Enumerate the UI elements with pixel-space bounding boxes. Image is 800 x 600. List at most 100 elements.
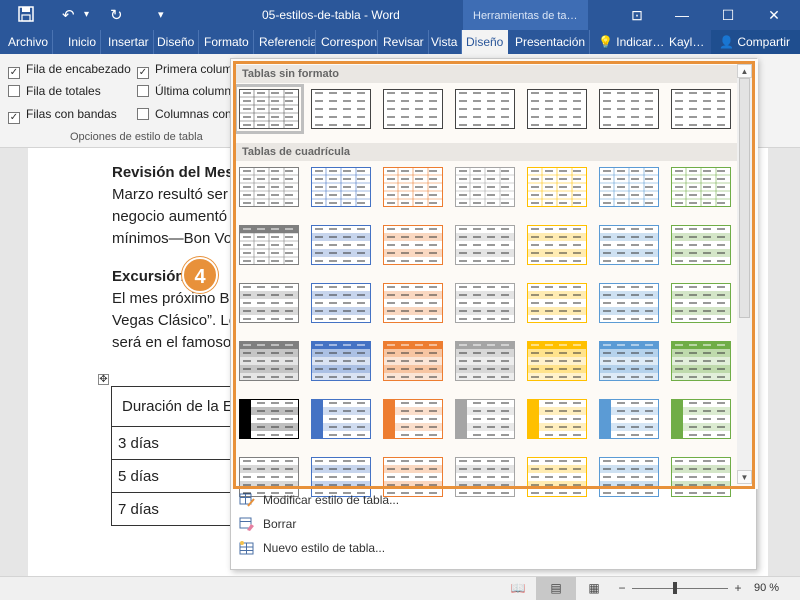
table-style-swatch[interactable] xyxy=(383,341,443,381)
table-style-swatch[interactable] xyxy=(527,341,587,381)
tab-diseno-doc[interactable]: Diseño xyxy=(153,30,200,54)
table-style-swatch[interactable] xyxy=(671,457,731,497)
table-style-swatch[interactable] xyxy=(527,167,587,207)
table-style-swatch[interactable] xyxy=(239,225,299,265)
print-layout-button[interactable]: ▤ xyxy=(536,577,576,600)
scroll-up-icon[interactable]: ▲ xyxy=(737,64,752,78)
table-move-handle-icon[interactable]: ✥ xyxy=(98,374,109,385)
table-style-swatch[interactable] xyxy=(455,225,515,265)
tab-presentacion[interactable]: Presentación xyxy=(511,30,591,54)
table-style-swatch[interactable] xyxy=(455,341,515,381)
minimize-icon[interactable]: — xyxy=(672,5,692,25)
document-title: 05-estilos-de-tabla - Word xyxy=(262,8,400,22)
table-style-swatch[interactable] xyxy=(311,167,371,207)
maximize-icon[interactable]: ☐ xyxy=(718,5,738,25)
table-style-swatch[interactable] xyxy=(455,167,515,207)
clear-style-item[interactable]: Borrar xyxy=(237,513,537,535)
table-style-swatch[interactable] xyxy=(239,399,299,439)
table-style-swatch[interactable] xyxy=(311,341,371,381)
save-icon[interactable] xyxy=(18,6,34,26)
table-style-swatch[interactable] xyxy=(311,399,371,439)
table-style-swatch[interactable] xyxy=(455,283,515,323)
table-style-swatch[interactable] xyxy=(671,283,731,323)
user-icon: 👤 xyxy=(719,35,734,49)
zoom-in-icon[interactable]: + xyxy=(730,581,746,595)
tab-referencias[interactable]: Referencia xyxy=(255,30,316,54)
zoom-level[interactable]: 90 % xyxy=(754,582,779,594)
table-style-swatch[interactable] xyxy=(311,89,371,129)
zoom-slider[interactable] xyxy=(632,588,728,589)
undo-dropdown-icon[interactable]: ▾ xyxy=(84,9,89,20)
eraser-icon xyxy=(239,517,254,531)
tab-inicio[interactable]: Inicio xyxy=(64,30,102,54)
zoom-slider-thumb[interactable] xyxy=(673,582,677,594)
close-icon[interactable]: ✕ xyxy=(764,5,784,25)
table-style-swatch[interactable] xyxy=(527,399,587,439)
step-callout-badge: 4 xyxy=(182,257,218,293)
table-style-swatch[interactable] xyxy=(599,89,659,129)
table-style-swatch[interactable] xyxy=(311,283,371,323)
account-name[interactable]: Kayl… xyxy=(665,30,708,54)
tab-diseno-tabla[interactable]: Diseño xyxy=(462,30,508,54)
table-style-swatch[interactable] xyxy=(239,283,299,323)
table-style-swatch[interactable] xyxy=(671,399,731,439)
tab-formato[interactable]: Formato xyxy=(200,30,254,54)
last-column-checkbox[interactable]: Última column xyxy=(137,84,231,98)
tab-archivo[interactable]: Archivo xyxy=(4,30,54,54)
tab-insertar[interactable]: Insertar xyxy=(104,30,154,54)
web-layout-icon[interactable]: ▦ xyxy=(586,581,602,595)
zoom-out-icon[interactable]: − xyxy=(614,581,630,595)
modify-table-style-item[interactable]: Modificar estilo de tabla... xyxy=(237,489,537,511)
redo-icon[interactable]: ↻ xyxy=(110,6,123,24)
first-column-checkbox[interactable]: ✓ Primera column xyxy=(137,62,239,79)
table-style-swatch[interactable] xyxy=(527,225,587,265)
header-row-checkbox[interactable]: ✓ Fila de encabezado xyxy=(8,62,131,79)
table-style-swatch[interactable] xyxy=(671,167,731,207)
table-style-swatch[interactable] xyxy=(455,399,515,439)
undo-icon[interactable]: ↶ xyxy=(62,6,75,24)
table-style-swatch[interactable] xyxy=(599,457,659,497)
table-style-swatch[interactable] xyxy=(383,225,443,265)
print-layout-icon: ▤ xyxy=(550,581,562,595)
table-style-swatch[interactable] xyxy=(239,167,299,207)
read-mode-icon[interactable]: 📖 xyxy=(510,581,526,595)
table-style-swatch[interactable] xyxy=(239,341,299,381)
tab-correspondencia[interactable]: Correspon xyxy=(317,30,378,54)
lightbulb-icon: 💡 xyxy=(598,35,613,49)
table-style-swatch[interactable] xyxy=(383,167,443,207)
table-style-swatch[interactable] xyxy=(311,225,371,265)
banded-rows-checkbox[interactable]: ✓ Filas con bandas xyxy=(8,107,117,124)
table-style-swatch[interactable] xyxy=(599,341,659,381)
scroll-thumb[interactable] xyxy=(739,78,750,318)
banded-columns-checkbox[interactable]: Columnas con xyxy=(137,107,232,121)
total-row-checkbox[interactable]: Fila de totales xyxy=(8,84,101,98)
table-style-swatch[interactable] xyxy=(455,89,515,129)
tell-me-box[interactable]: 💡 Indicar… xyxy=(594,30,668,54)
paragraph-heading: Revisión del Mes xyxy=(112,164,234,181)
table-style-swatch[interactable] xyxy=(671,341,731,381)
table-style-swatch[interactable] xyxy=(383,283,443,323)
check-icon: ✓ xyxy=(137,67,149,79)
table-style-swatch[interactable] xyxy=(527,283,587,323)
share-button[interactable]: 👤 Compartir xyxy=(711,30,800,54)
table-style-swatch[interactable] xyxy=(671,225,731,265)
scroll-down-icon[interactable]: ▼ xyxy=(737,470,752,484)
tab-revisar[interactable]: Revisar xyxy=(379,30,429,54)
new-table-style-item[interactable]: Nuevo estilo de tabla... xyxy=(237,537,537,559)
table-style-swatch[interactable] xyxy=(599,399,659,439)
table-style-swatch[interactable] xyxy=(599,225,659,265)
table-style-swatch[interactable] xyxy=(671,89,731,129)
gallery-scroll-pane[interactable]: Tablas sin formato Tablas de cuadrícula … xyxy=(231,59,758,497)
table-style-swatch[interactable] xyxy=(599,283,659,323)
ribbon-display-icon[interactable]: ⊡ xyxy=(627,5,647,25)
table-style-swatch[interactable] xyxy=(383,399,443,439)
paragraph-heading: Excursión xyxy=(112,268,185,285)
table-style-swatch[interactable] xyxy=(383,89,443,129)
paragraph-line: será en el famoso xyxy=(112,334,232,351)
gallery-scrollbar[interactable]: ▲ ▼ xyxy=(737,64,752,484)
table-style-swatch[interactable] xyxy=(527,89,587,129)
tab-vista[interactable]: Vista xyxy=(427,30,463,54)
table-style-swatch[interactable] xyxy=(599,167,659,207)
customize-icon[interactable]: ▾ xyxy=(158,8,164,21)
table-style-swatch[interactable] xyxy=(234,84,304,134)
